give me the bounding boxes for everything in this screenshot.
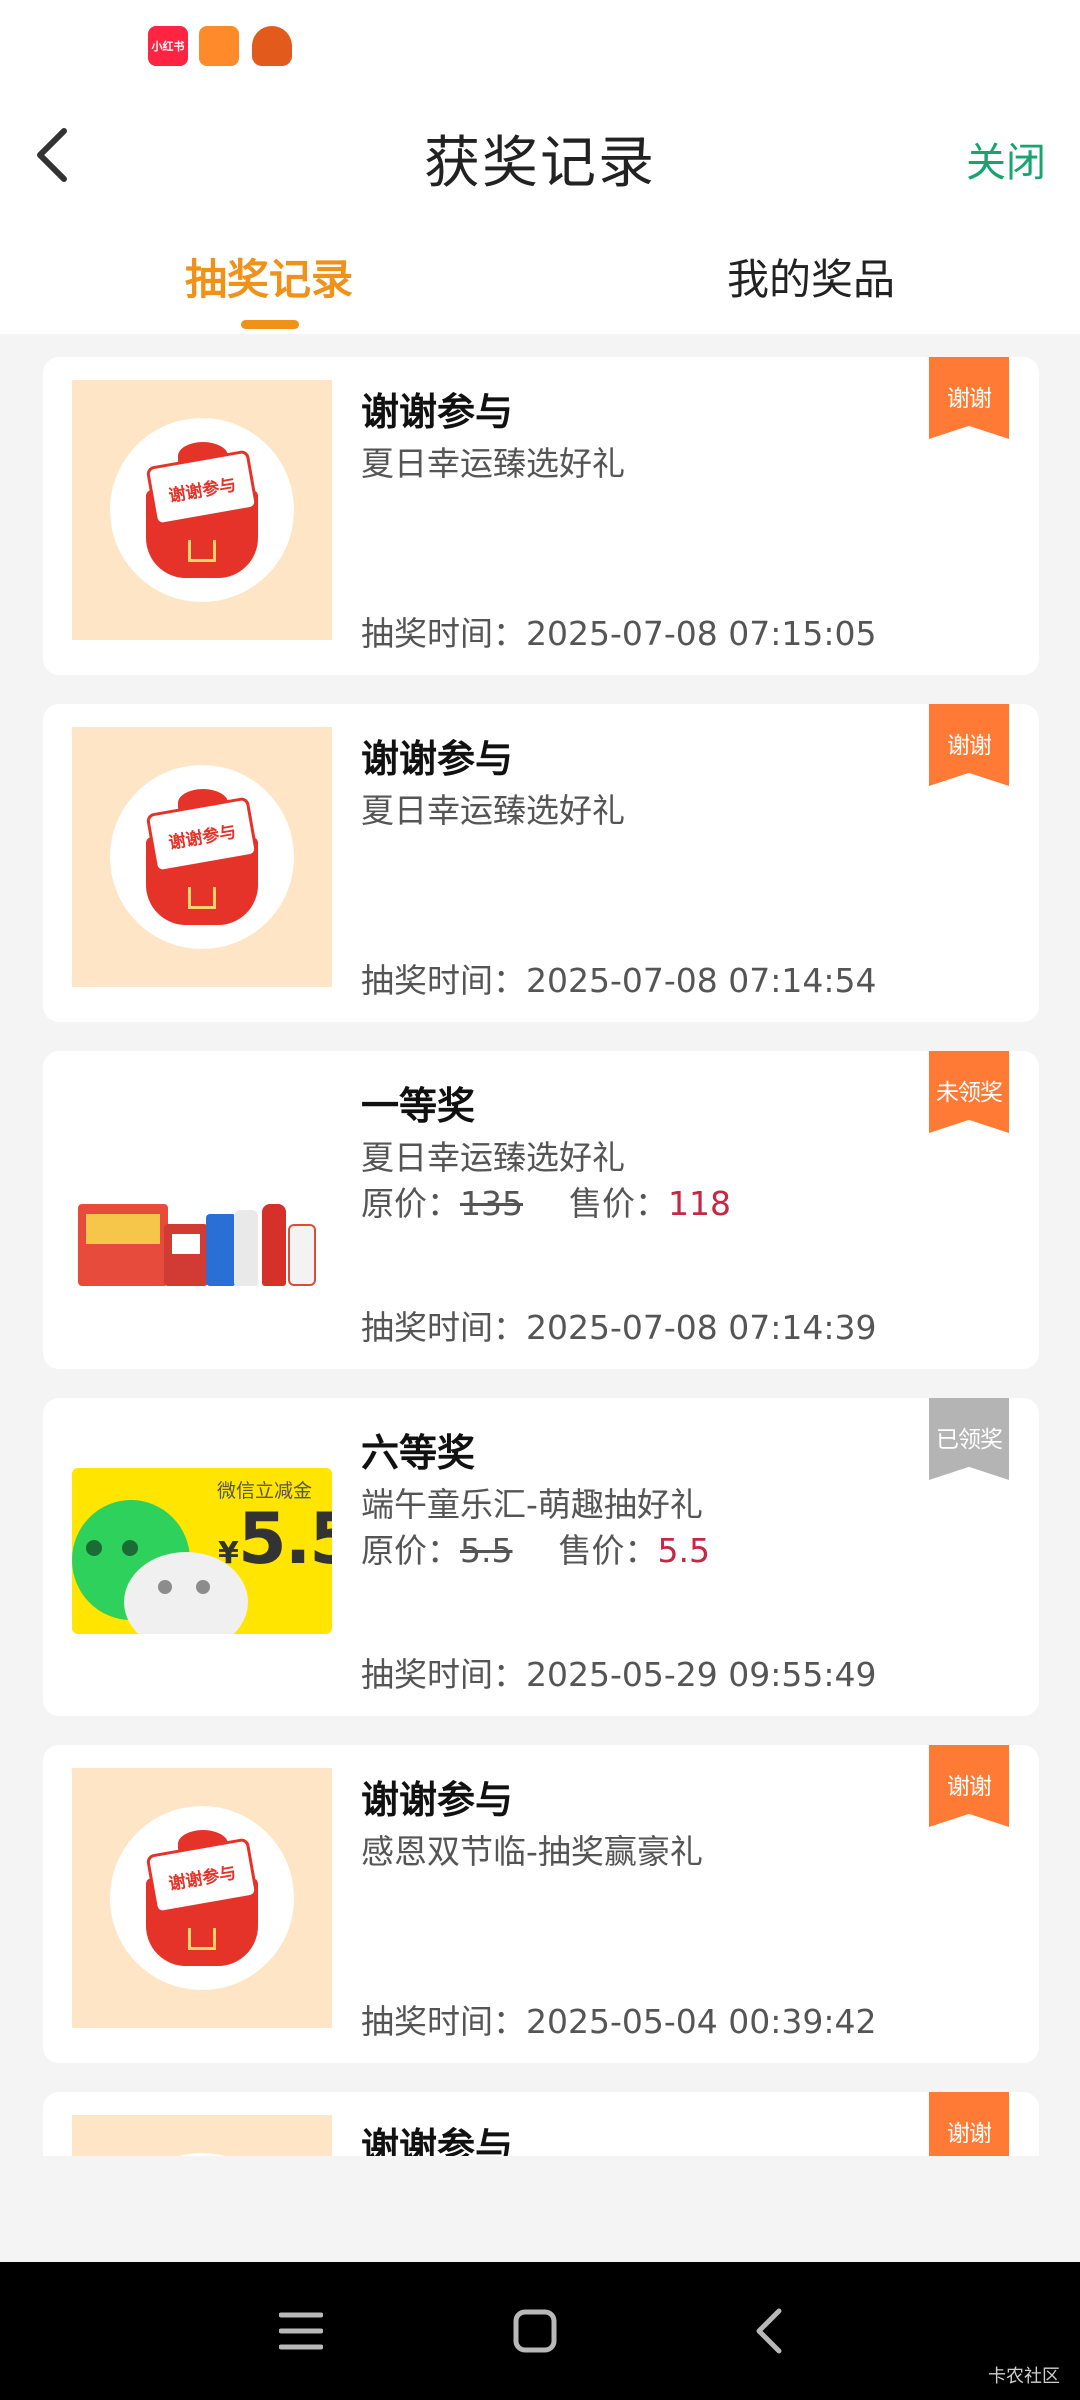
record-title: 六等奖 — [361, 1431, 476, 1475]
record-time: 抽奖时间：2025-07-08 07:15:05 — [361, 614, 877, 653]
system-nav-bar: 卡农社区 — [0, 2262, 1080, 2400]
page-title: 获奖记录 — [424, 131, 656, 196]
system-back-button[interactable] — [736, 2298, 802, 2364]
xiaohongshu-icon: 小红书 — [148, 26, 188, 66]
record-title: 谢谢参与 — [361, 737, 514, 781]
record-campaign: 夏日幸运臻选好礼 — [361, 444, 625, 483]
thank-you-image: 谢谢参与 — [72, 727, 332, 987]
status-badge: 已领奖 — [929, 1398, 1009, 1480]
status-badge: 谢谢 — [929, 2092, 1009, 2156]
home-button[interactable] — [502, 2298, 568, 2364]
record-time: 抽奖时间：2025-05-29 09:55:49 — [361, 1655, 877, 1694]
record-title: 谢谢参与 — [361, 390, 514, 434]
original-price: 5.5 — [460, 1531, 513, 1570]
status-badge: 未领奖 — [929, 1051, 1009, 1133]
record-card[interactable]: 谢谢参与 谢谢 — [43, 2092, 1039, 2156]
bottom-spacer — [0, 2156, 1080, 2262]
menu-icon — [279, 2312, 323, 2350]
record-campaign: 夏日幸运臻选好礼 — [361, 791, 625, 830]
record-card[interactable]: 谢谢参与 谢谢参与 夏日幸运臻选好礼 抽奖时间：2025-07-08 07:15… — [43, 357, 1039, 675]
original-price: 135 — [460, 1184, 523, 1223]
header: 获奖记录 关闭 — [0, 100, 1080, 210]
app-mascot-icon — [199, 26, 239, 66]
app-red-icon — [252, 26, 292, 66]
sale-price-label: 售价： — [569, 1184, 668, 1223]
sale-price-label: 售价： — [558, 1531, 658, 1570]
status-badge: 谢谢 — [929, 357, 1009, 439]
thank-you-image: 谢谢参与 — [72, 380, 332, 640]
coupon-currency: ¥ — [218, 1536, 239, 1571]
record-title: 谢谢参与 — [361, 2125, 514, 2156]
status-bar: 小红书 — [0, 0, 1080, 100]
tab-draw-records[interactable]: 抽奖记录 — [185, 246, 353, 307]
record-card[interactable]: 微信立减金 ¥ 5.5 六等奖 端午童乐汇-萌趣抽好礼 原价：5.5售价：5.5… — [43, 1398, 1039, 1716]
record-title: 一等奖 — [361, 1084, 476, 1128]
record-list[interactable]: 谢谢参与 谢谢参与 夏日幸运臻选好礼 抽奖时间：2025-07-08 07:15… — [0, 334, 1080, 2156]
close-button[interactable]: 关闭 — [966, 130, 1046, 188]
record-time: 抽奖时间：2025-05-04 00:39:42 — [361, 2002, 877, 2041]
price-row: 原价：135 售价：118 — [361, 1177, 731, 1225]
wechat-coupon-image: 微信立减金 ¥ 5.5 — [72, 1468, 332, 1634]
tab-my-prizes[interactable]: 我的奖品 — [727, 246, 895, 307]
record-campaign: 端午童乐汇-萌趣抽好礼 — [361, 1485, 703, 1524]
menu-button[interactable] — [268, 2298, 334, 2364]
record-card[interactable]: 一等奖 夏日幸运臻选好礼 原价：135 售价：118 抽奖时间：2025-07-0… — [43, 1051, 1039, 1369]
home-icon — [513, 2309, 557, 2353]
original-price-label: 原价： — [361, 1184, 460, 1223]
back-icon — [756, 2308, 782, 2354]
status-badge: 谢谢 — [929, 1745, 1009, 1827]
record-title: 谢谢参与 — [361, 1778, 514, 1822]
record-campaign: 夏日幸运臻选好礼 — [361, 1138, 625, 1177]
thank-you-image: 谢谢参与 — [72, 1768, 332, 2028]
status-badge: 谢谢 — [929, 704, 1009, 786]
sale-price: 118 — [668, 1184, 731, 1223]
tab-bar: 抽奖记录 我的奖品 — [0, 210, 1080, 334]
record-campaign: 感恩双节临-抽奖赢豪礼 — [361, 1832, 703, 1871]
record-time: 抽奖时间：2025-07-08 07:14:39 — [361, 1308, 877, 1347]
original-price-label: 原价： — [361, 1531, 460, 1570]
record-card[interactable]: 谢谢参与 谢谢参与 夏日幸运臻选好礼 抽奖时间：2025-07-08 07:14… — [43, 704, 1039, 1022]
record-card[interactable]: 谢谢参与 谢谢参与 感恩双节临-抽奖赢豪礼 抽奖时间：2025-05-04 00… — [43, 1745, 1039, 2063]
gift-set-image — [72, 1074, 332, 1334]
coupon-amount: 5.5 — [238, 1498, 332, 1580]
active-tab-indicator — [241, 320, 299, 329]
sale-price: 5.5 — [657, 1531, 710, 1570]
watermark: 卡农社区 — [988, 2366, 1060, 2387]
thank-you-image — [72, 2115, 332, 2156]
record-time: 抽奖时间：2025-07-08 07:14:54 — [361, 961, 877, 1000]
price-row: 原价：5.5 售价：5.5 — [361, 1524, 710, 1572]
